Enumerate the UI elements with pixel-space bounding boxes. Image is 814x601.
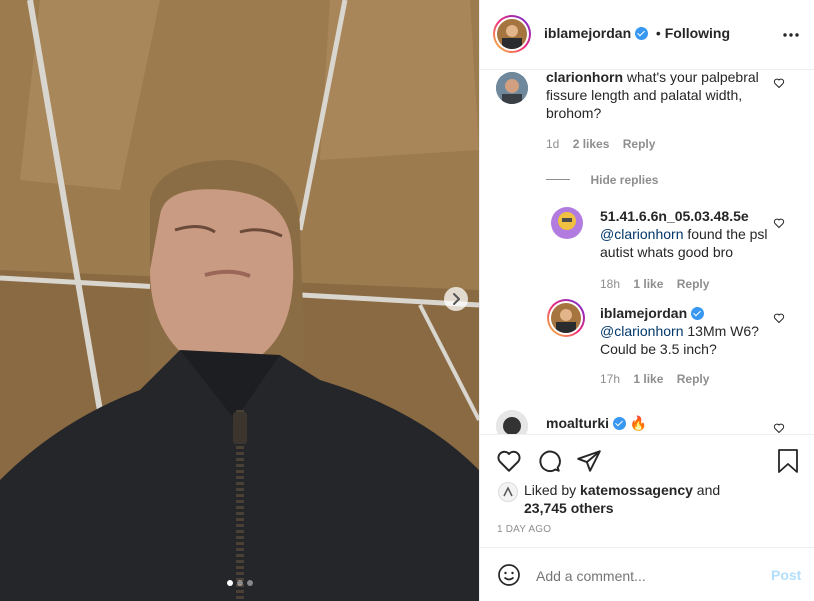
liker-avatar[interactable] [498, 482, 518, 502]
liked-by-user[interactable]: katemossagency [580, 482, 693, 498]
comments-list: clarionhorn what's your palpebral fissur… [480, 70, 814, 434]
post-comment-button[interactable]: Post [771, 567, 801, 583]
bullet-separator: • [655, 25, 661, 41]
verified-badge-icon [691, 307, 705, 320]
like-reply-heart-icon[interactable] [773, 217, 785, 229]
reply-username[interactable]: iblamejordan [600, 305, 687, 321]
more-options-button[interactable] [781, 26, 801, 44]
reply-avatar[interactable] [547, 299, 585, 337]
likes-summary: Liked by katemossagency and 23,745 other… [524, 481, 794, 517]
more-horizontal-icon [783, 33, 799, 37]
comment-emoji: 🔥 [629, 415, 648, 431]
hide-replies-toggle[interactable]: Hide replies [546, 171, 658, 189]
post-actions: Liked by katemossagency and 23,745 other… [480, 434, 814, 547]
reply-mention[interactable]: @clarionhorn [600, 226, 683, 242]
reply-avatar[interactable] [551, 207, 583, 239]
author-username[interactable]: iblamejordan [544, 25, 631, 41]
author-avatar[interactable] [493, 15, 531, 53]
reply-likes[interactable]: 1 like [633, 372, 663, 386]
like-reply-heart-icon[interactable] [773, 312, 785, 324]
like-comment-heart-icon[interactable] [773, 422, 785, 434]
share-icon[interactable] [576, 448, 602, 474]
reply-button[interactable]: Reply [677, 277, 710, 291]
reply-likes[interactable]: 1 like [633, 277, 663, 291]
comment-icon[interactable] [536, 448, 562, 474]
reply-mention[interactable]: @clarionhorn [600, 323, 683, 339]
bookmark-icon[interactable] [776, 448, 800, 474]
chevron-right-icon [453, 293, 460, 305]
photo-illustration [0, 0, 479, 601]
liker-logo [503, 486, 513, 497]
carousel-dot [236, 580, 243, 586]
reply-username[interactable]: 51.41.6.6n_05.03.48.5e [600, 208, 749, 224]
others-likes-link[interactable]: 23,745 others [524, 500, 614, 516]
add-comment-bar: Post [480, 547, 814, 601]
carousel-dot-active [226, 580, 233, 586]
post-timestamp: 1 DAY AGO [497, 524, 552, 535]
hide-replies-label: Hide replies [590, 173, 659, 187]
comment-body: clarionhorn what's your palpebral fissur… [546, 70, 771, 122]
post-header: iblamejordan • Following [480, 0, 814, 70]
commenter-avatar[interactable] [496, 72, 528, 104]
reply-button[interactable]: Reply [677, 372, 710, 386]
comment-body: moalturki 🔥 [546, 414, 771, 432]
heart-icon[interactable] [496, 448, 522, 474]
following-button[interactable]: Following [665, 25, 730, 41]
add-comment-input[interactable] [534, 562, 753, 590]
reply-time: 17h [600, 372, 621, 386]
reply-body: 51.41.6.6n_05.03.48.5e @clarionhorn foun… [600, 207, 770, 261]
post-side-panel: iblamejordan • Following clarionhorn wha… [479, 0, 814, 601]
comment-username[interactable]: moalturki [546, 415, 609, 431]
liked-by-prefix: Liked by [524, 482, 581, 498]
carousel-indicator [0, 580, 479, 586]
next-photo-button[interactable] [444, 287, 468, 311]
carousel-dot [246, 580, 253, 586]
like-comment-heart-icon[interactable] [773, 77, 785, 89]
emoji-icon[interactable] [497, 563, 521, 587]
reply-button[interactable]: Reply [623, 137, 656, 151]
liked-by-and: and [692, 482, 721, 498]
commenter-avatar[interactable] [496, 410, 528, 434]
comment-username[interactable]: clarionhorn [546, 70, 623, 85]
reply-body: iblamejordan @clarionhorn 13Mm W6? Could… [600, 304, 770, 358]
divider-line [546, 179, 570, 181]
verified-badge-icon [635, 27, 649, 40]
reply-time: 18h [600, 277, 621, 291]
comment-time: 1d [546, 137, 560, 151]
comment-likes[interactable]: 2 likes [573, 137, 610, 151]
post-photo[interactable] [0, 0, 479, 601]
verified-badge-icon [612, 417, 626, 430]
